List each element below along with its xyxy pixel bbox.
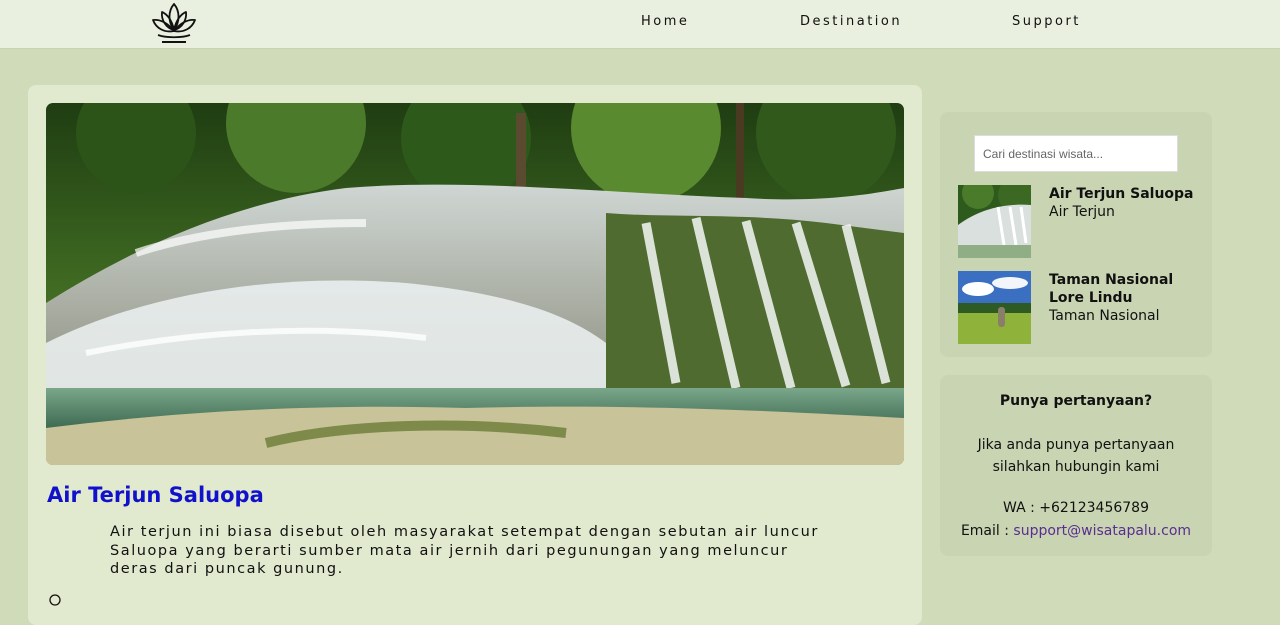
sidebar-destination-item[interactable]: Air Terjun Saluopa Air Terjun [958, 185, 1198, 259]
destination-title: Air Terjun Saluopa [47, 483, 264, 507]
sidebar-destination-item[interactable]: Taman Nasional Lore Lindu Taman Nasional [958, 271, 1198, 345]
destination-category: Taman Nasional [1049, 308, 1160, 324]
lotus-logo-icon[interactable] [150, 0, 198, 46]
contact-email-line: Email : support@wisatapalu.com [940, 523, 1212, 539]
nav-destination-link[interactable]: Destination [800, 14, 902, 29]
top-navbar: Home Destination Support [0, 0, 1280, 49]
location-pin-icon [48, 593, 62, 607]
contact-text: Jika anda punya pertanyaan silahkan hubu… [977, 437, 1175, 475]
nav-home-link[interactable]: Home [641, 14, 689, 29]
destination-search-input[interactable] [974, 135, 1178, 172]
destination-name: Taman Nasional Lore Lindu [1049, 272, 1174, 306]
contact-whatsapp: WA : +62123456789 [1003, 500, 1149, 516]
email-label: Email : [960, 523, 1009, 539]
nav-support-link[interactable]: Support [1012, 14, 1081, 29]
waterfall-hero-image [46, 103, 904, 465]
destination-thumbnail [958, 271, 1031, 344]
contact-card: Punya pertanyaan? Jika anda punya pertan… [940, 375, 1212, 556]
destination-name: Air Terjun Saluopa [1049, 186, 1194, 202]
support-email-link[interactable]: support@wisatapalu.com [1013, 523, 1191, 539]
contact-title: Punya pertanyaan? [999, 393, 1153, 409]
destination-thumbnail [958, 185, 1031, 258]
destination-category: Air Terjun [1049, 204, 1115, 220]
destination-description: Air terjun ini biasa disebut oleh masyar… [110, 524, 819, 577]
